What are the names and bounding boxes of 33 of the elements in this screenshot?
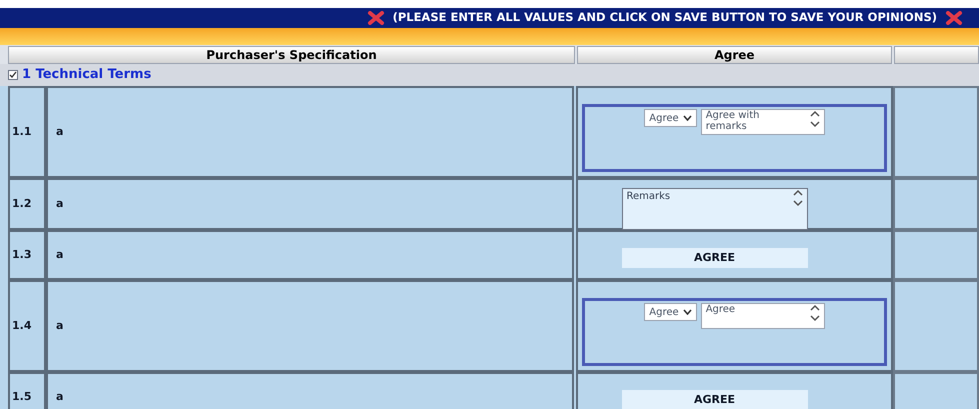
row-number: 1.1 [8,86,46,178]
chevron-down-icon [682,309,692,315]
row-number: 1.3 [8,230,46,280]
scroll-arrows-icon [792,189,802,207]
agree-dropdown[interactable]: Agree [644,303,697,321]
close-icon [366,11,385,25]
remarks-placeholder: Remarks [626,190,670,204]
agree-dropdown[interactable]: Agree [644,109,697,127]
spec-cell: a [46,372,574,409]
spec-cell: a [46,86,574,178]
row-number: 1.4 [8,280,46,372]
scroll-arrows-icon [810,110,820,128]
banner-text: (PLEASE ENTER ALL VALUES AND CLICK ON SAVE BUTTON TO SAVE YOUR OPINIONS) [392,9,937,26]
comment-text: Agree with remarks [706,110,760,134]
close-icon [945,11,963,25]
comment-text: Agree [706,304,736,317]
chevron-down-icon [682,115,692,121]
scroll-arrows-icon [810,304,820,322]
spec-cell: a [46,230,574,280]
remarks-field[interactable]: Remarks [622,188,808,230]
column-header: Agree [577,46,892,64]
section-title: 1 Technical Terms [22,66,152,84]
comment-field[interactable]: Agree with remarks [700,109,825,135]
spec-cell: a [46,280,574,372]
check-icon [9,71,17,79]
row-number: 1.2 [8,178,46,230]
status-label: AGREE [622,248,808,268]
column-header: Purchaser's Specification [8,46,575,64]
row-number: 1.5 [8,372,46,409]
section-checkbox[interactable] [8,70,18,80]
spec-cell: a [46,178,574,230]
status-label: AGREE [622,390,808,409]
comment-field[interactable]: Agree [700,303,825,329]
